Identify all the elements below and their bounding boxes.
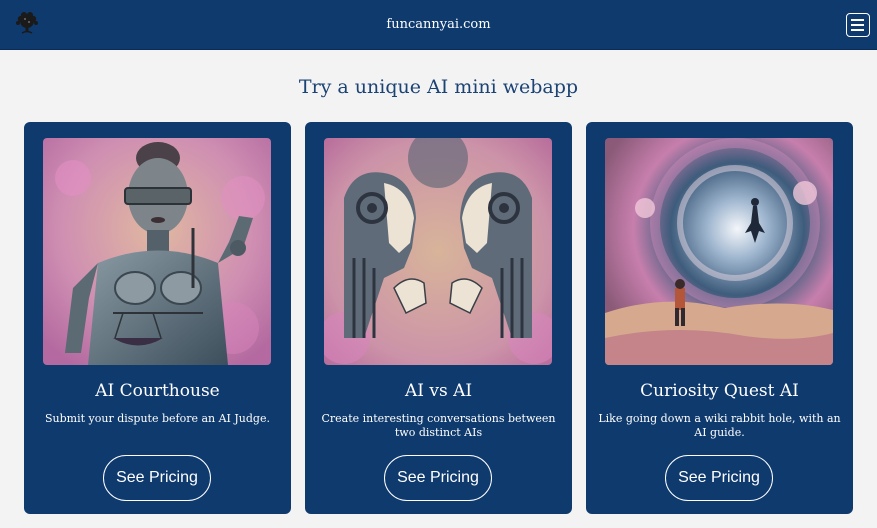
card-title: AI Courthouse <box>95 381 220 401</box>
page-heading: Try a unique AI mini webapp <box>298 76 579 98</box>
card-description: Submit your dispute before an AI Judge. <box>45 412 270 425</box>
see-pricing-button[interactable]: See Pricing <box>665 455 773 501</box>
card-description: Create interesting conversations between… <box>321 412 556 439</box>
card-ai-courthouse[interactable]: AI Courthouse Submit your dispute before… <box>24 122 291 514</box>
hamburger-menu-icon[interactable] <box>846 13 870 37</box>
card-curiosity-quest-ai[interactable]: Curiosity Quest AI Like going down a wik… <box>586 122 853 514</box>
card-title: AI vs AI <box>404 381 473 401</box>
site-name[interactable]: funcannyai.com <box>0 17 877 32</box>
see-pricing-button[interactable]: See Pricing <box>103 455 211 501</box>
card-title: Curiosity Quest AI <box>640 381 799 401</box>
card-ai-vs-ai[interactable]: AI vs AI Create interesting conversation… <box>305 122 572 514</box>
see-pricing-button[interactable]: See Pricing <box>384 455 492 501</box>
robot-faces-image[interactable] <box>324 138 552 365</box>
top-navbar: funcannyai.com <box>0 0 877 50</box>
cosmic-vortex-image[interactable] <box>605 138 833 365</box>
card-description: Like going down a wiki rabbit hole, with… <box>598 412 841 439</box>
robot-justice-image[interactable] <box>43 138 271 365</box>
